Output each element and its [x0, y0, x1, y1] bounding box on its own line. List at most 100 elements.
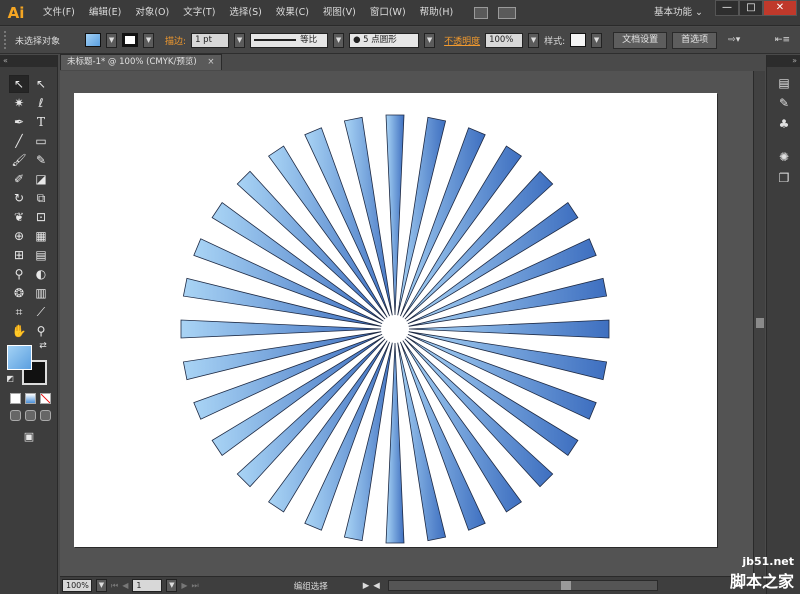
- warp-tool-icon[interactable]: ❦: [9, 208, 29, 226]
- eyedropper-tool-icon[interactable]: ⚲: [9, 265, 29, 283]
- symbols-panel-icon[interactable]: ♣: [776, 116, 792, 132]
- opacity-field[interactable]: 100%: [485, 32, 524, 48]
- graphic-styles-panel-icon[interactable]: ✺: [776, 149, 792, 165]
- stroke-color-swatch[interactable]: [122, 33, 139, 47]
- draw-inside-icon[interactable]: [40, 410, 51, 421]
- magic-wand-tool-icon[interactable]: ✷: [9, 94, 29, 112]
- blend-tool-icon[interactable]: ◐: [31, 265, 51, 283]
- pencil-tool-icon[interactable]: ✎: [31, 151, 51, 169]
- layers-panel-icon[interactable]: ❐: [776, 170, 792, 186]
- paintbrush-tool-icon[interactable]: 🖌: [9, 151, 29, 169]
- next-artboard-icon[interactable]: ▶: [181, 581, 187, 590]
- vertical-scroll-thumb[interactable]: [756, 318, 764, 328]
- type-tool-icon[interactable]: T: [31, 113, 51, 131]
- gradient-mode-icon[interactable]: [25, 393, 36, 404]
- fill-color-box[interactable]: [7, 345, 32, 370]
- panel-grip-icon[interactable]: [4, 31, 10, 49]
- artboard-number-field[interactable]: 1: [132, 579, 163, 592]
- vertical-scrollbar[interactable]: [753, 71, 765, 576]
- blob-brush-tool-icon[interactable]: ✐: [9, 170, 29, 188]
- rotate-tool-icon[interactable]: ↻: [9, 189, 29, 207]
- menu-item-4[interactable]: 选择(S): [222, 0, 268, 26]
- status-menu-icon[interactable]: ▶: [363, 581, 370, 591]
- stroke-dropdown-icon[interactable]: ▼: [143, 32, 155, 48]
- scale-tool-icon[interactable]: ⧉: [31, 189, 51, 207]
- fill-dropdown-icon[interactable]: ▼: [106, 32, 118, 48]
- color-mode-icon[interactable]: [10, 393, 21, 404]
- document-tab[interactable]: 未标题-1* @ 100% (CMYK/预览) ×: [60, 54, 222, 70]
- brush-dropdown-icon[interactable]: ▼: [424, 32, 436, 48]
- menu-item-5[interactable]: 效果(C): [269, 0, 316, 26]
- canvas-area[interactable]: [60, 71, 753, 576]
- variable-width-profile[interactable]: 等比: [250, 32, 329, 48]
- preferences-button[interactable]: 首选项: [672, 31, 718, 49]
- document-setup-button[interactable]: 文档设置: [613, 31, 668, 49]
- horizontal-scroll-thumb[interactable]: [560, 581, 571, 590]
- selection-tool-icon[interactable]: ↖: [9, 75, 29, 93]
- opacity-label-link[interactable]: 不透明度: [444, 34, 480, 47]
- slice-tool-icon[interactable]: ⟋: [31, 303, 51, 321]
- column-graph-tool-icon[interactable]: ▥: [31, 284, 51, 302]
- lasso-tool-icon[interactable]: ℓ: [31, 94, 51, 112]
- free-transform-tool-icon[interactable]: ⊡: [31, 208, 51, 226]
- arrange-documents-icon[interactable]: [498, 6, 517, 19]
- brushes-panel-icon[interactable]: ✎: [776, 95, 792, 111]
- dock-collapse-icon[interactable]: »: [767, 55, 800, 67]
- rectangle-tool-icon[interactable]: ▭: [31, 132, 51, 150]
- panel-menu-icon[interactable]: ⇤≡: [775, 35, 790, 45]
- last-artboard-icon[interactable]: ⏭: [192, 581, 199, 591]
- perspective-grid-tool-icon[interactable]: ▦: [31, 227, 51, 245]
- menu-item-1[interactable]: 编辑(E): [82, 0, 128, 26]
- zoom-field[interactable]: 100%: [62, 579, 92, 592]
- color-panel-icon[interactable]: ▤: [776, 75, 792, 91]
- swap-colors-icon[interactable]: ⇄: [37, 340, 49, 352]
- document-close-icon[interactable]: ×: [207, 57, 214, 67]
- none-mode-icon[interactable]: [40, 393, 51, 404]
- default-colors-icon[interactable]: ◩: [5, 373, 15, 383]
- stroke-label-link[interactable]: 描边:: [165, 34, 186, 47]
- menu-item-2[interactable]: 对象(O): [128, 0, 176, 26]
- brush-definition[interactable]: ● 5 点圆形: [349, 32, 420, 48]
- menu-item-6[interactable]: 视图(V): [316, 0, 363, 26]
- style-swatch[interactable]: [570, 33, 587, 47]
- first-artboard-icon[interactable]: ⏮: [111, 581, 118, 591]
- mesh-tool-icon[interactable]: ⊞: [9, 246, 29, 264]
- profile-dropdown-icon[interactable]: ▼: [333, 32, 345, 48]
- artboard-dropdown-icon[interactable]: ▼: [166, 579, 178, 592]
- pen-tool-icon[interactable]: ✒: [9, 113, 29, 131]
- style-dropdown-icon[interactable]: ▼: [591, 32, 603, 48]
- restore-button[interactable]: □: [739, 0, 763, 16]
- scroll-left-icon[interactable]: ◀: [373, 581, 380, 591]
- sunburst-ray[interactable]: [408, 319, 610, 339]
- close-button[interactable]: ✕: [763, 0, 797, 16]
- sunburst-rays[interactable]: [180, 114, 610, 544]
- fill-color-swatch[interactable]: [85, 33, 102, 47]
- sunburst-ray[interactable]: [180, 319, 382, 339]
- artboard-tool-icon[interactable]: ⌗: [9, 303, 29, 321]
- eraser-tool-icon[interactable]: ◪: [31, 170, 51, 188]
- zoom-dropdown-icon[interactable]: ▼: [96, 579, 107, 592]
- workspace-switcher[interactable]: 基本功能 ⌄: [654, 0, 703, 26]
- bridge-icon[interactable]: [474, 6, 489, 19]
- screen-mode-icon[interactable]: ▣: [19, 427, 39, 445]
- minimize-button[interactable]: —: [715, 0, 739, 16]
- shape-builder-tool-icon[interactable]: ⊕: [9, 227, 29, 245]
- opacity-dropdown-icon[interactable]: ▼: [528, 32, 540, 48]
- status-mode-text[interactable]: 编组选择: [263, 580, 359, 592]
- sunburst-ray[interactable]: [385, 114, 405, 316]
- hand-tool-icon[interactable]: ✋: [9, 322, 29, 340]
- stroke-weight-dropdown-icon[interactable]: ▼: [234, 32, 246, 48]
- symbol-sprayer-tool-icon[interactable]: ❂: [9, 284, 29, 302]
- direct-selection-tool-icon[interactable]: ↖: [31, 75, 51, 93]
- menu-item-7[interactable]: 窗口(W): [363, 0, 413, 26]
- tools-panel-collapse-icon[interactable]: «: [0, 55, 57, 67]
- draw-behind-icon[interactable]: [25, 410, 36, 421]
- menu-item-3[interactable]: 文字(T): [176, 0, 222, 26]
- sunburst-ray[interactable]: [385, 342, 405, 544]
- menu-item-8[interactable]: 帮助(H): [413, 0, 461, 26]
- stroke-weight-field[interactable]: 1 pt: [191, 32, 230, 48]
- artboard[interactable]: [74, 93, 717, 547]
- gradient-tool-icon[interactable]: ▤: [31, 246, 51, 264]
- arrange-icon[interactable]: ⇨▾: [728, 35, 740, 45]
- draw-normal-icon[interactable]: [10, 410, 21, 421]
